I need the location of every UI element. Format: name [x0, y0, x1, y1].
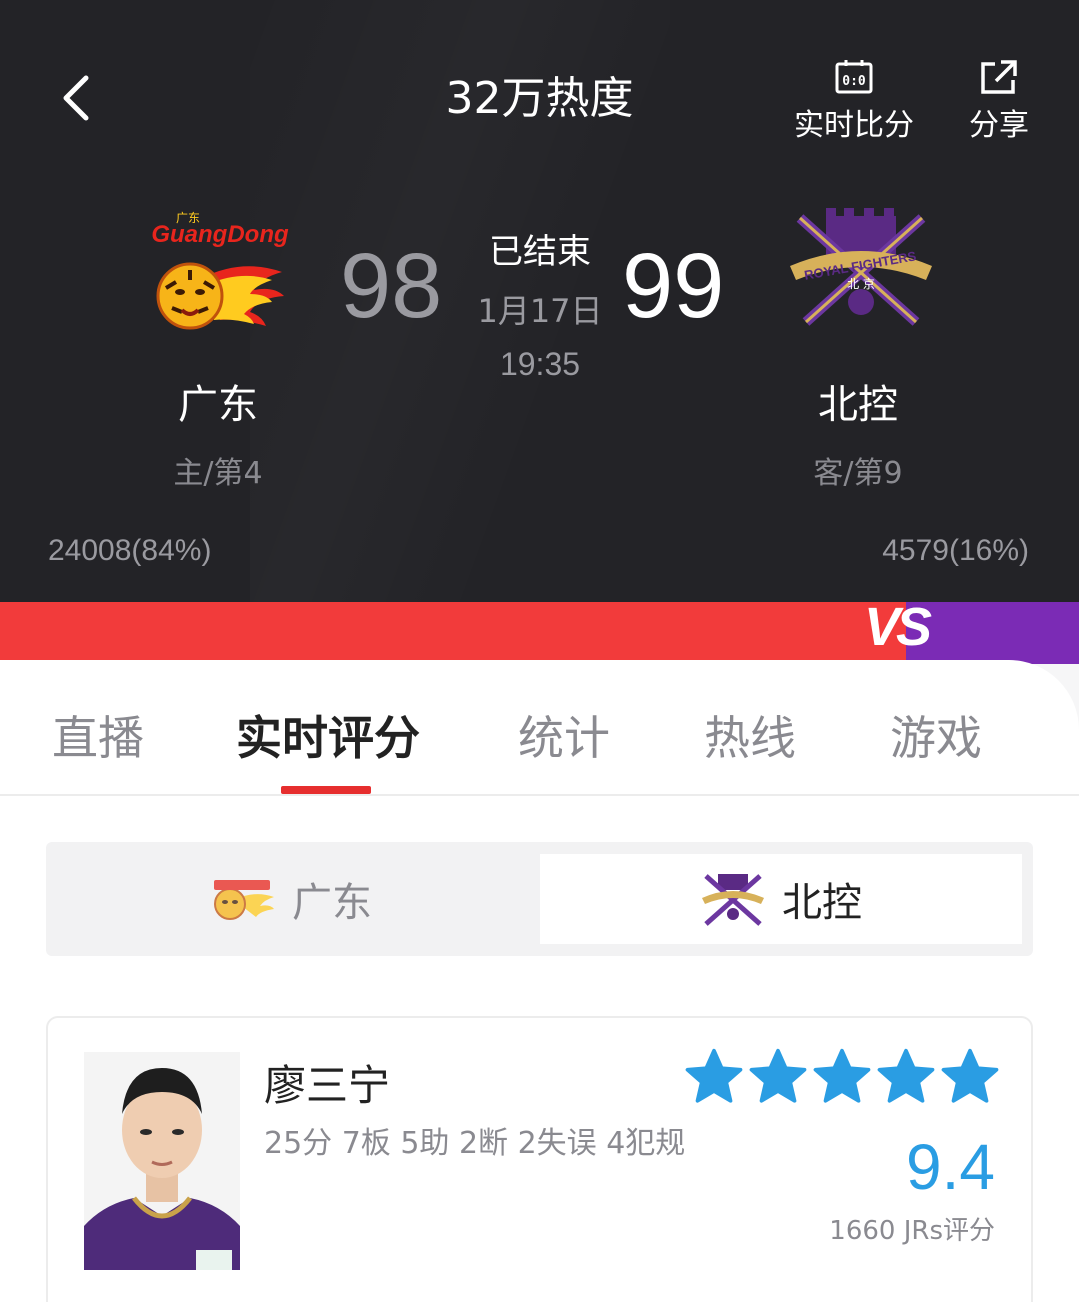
player-rating-score: 9.4: [906, 1131, 995, 1203]
live-score-label: 实时比分: [794, 108, 914, 143]
star-icon[interactable]: [684, 1048, 744, 1106]
star-icon[interactable]: [876, 1048, 936, 1106]
active-tab-indicator: [281, 786, 371, 794]
home-logo-cn: 广东: [176, 211, 200, 225]
away-logo-cn: 北 京: [847, 277, 875, 291]
player-rating-card[interactable]: 廖三宁 25分 7板 5助 2断 2失误 4犯规 9.4 1660 JRs评分: [46, 1016, 1033, 1302]
share-button[interactable]: 分享: [958, 58, 1040, 144]
team-switch-away-label: 北控: [782, 880, 862, 926]
away-score: 99: [622, 235, 725, 337]
tiger-icon: [156, 262, 284, 330]
home-support-bar[interactable]: [0, 602, 912, 664]
away-support-count: 4579(16%): [882, 534, 1029, 567]
home-team-logo[interactable]: GuangDong 广东: [142, 208, 292, 338]
share-icon: [981, 60, 1017, 94]
tab-ratings[interactable]: 实时评分: [236, 702, 420, 768]
team-switch-home[interactable]: 广东: [46, 854, 536, 944]
team-switch-away[interactable]: 北控: [540, 854, 1022, 944]
match-time: 19:35: [499, 346, 581, 382]
rating-count: 1660 JRs评分: [829, 1216, 995, 1246]
star-icon[interactable]: [748, 1048, 808, 1106]
tab-hotline[interactable]: 热线: [704, 702, 796, 768]
home-support-count: 24008(84%): [48, 534, 212, 567]
tab-live[interactable]: 直播: [52, 702, 144, 768]
match-header: 32万热度 0:0 实时比分 分享 GuangDong 广东 ROYAL FIG…: [0, 0, 1079, 602]
scoreboard-icon: 0:0: [835, 60, 873, 94]
tab-bar: 直播 实时评分 统计 热线 游戏: [0, 660, 1079, 796]
team-switch: 广东 北控: [46, 842, 1033, 956]
guangdong-logo-icon: [214, 880, 274, 920]
player-stats: 25分 7板 5助 2断 2失误 4犯规: [264, 1126, 686, 1161]
away-team-logo[interactable]: ROYAL FIGHTERS 北 京: [786, 204, 936, 334]
match-date: 1月17日: [477, 292, 603, 330]
home-team-rank: 主/第4: [173, 456, 263, 491]
star-icon[interactable]: [940, 1048, 1000, 1106]
tab-games[interactable]: 游戏: [890, 702, 982, 768]
content-panel: 直播 实时评分 统计 热线 游戏 广东 北控 廖三宁 25分 7板 5助 2断 …: [0, 660, 1079, 1302]
scoreboard-icon-text: 0:0: [842, 74, 866, 89]
away-team-rank: 客/第9: [813, 456, 903, 491]
beikong-logo-icon: [702, 874, 764, 926]
home-score: 98: [340, 235, 443, 337]
vs-badge: VS: [864, 597, 932, 657]
team-switch-home-label: 广东: [292, 880, 372, 926]
match-status: 已结束: [489, 232, 591, 272]
away-team-name[interactable]: 北控: [758, 372, 958, 430]
star-icon[interactable]: [812, 1048, 872, 1106]
player-photo: [84, 1052, 240, 1270]
tab-stats[interactable]: 统计: [518, 702, 610, 768]
home-logo-wordmark: GuangDong: [151, 221, 289, 248]
home-team-name[interactable]: 广东: [118, 372, 318, 430]
player-name: 廖三宁: [264, 1061, 391, 1110]
away-support-bar[interactable]: [906, 602, 1079, 664]
live-score-button[interactable]: 0:0 实时比分: [786, 58, 922, 144]
player-avatar-icon: [84, 1052, 240, 1270]
share-label: 分享: [969, 108, 1029, 143]
star-rating[interactable]: [684, 1048, 1000, 1106]
